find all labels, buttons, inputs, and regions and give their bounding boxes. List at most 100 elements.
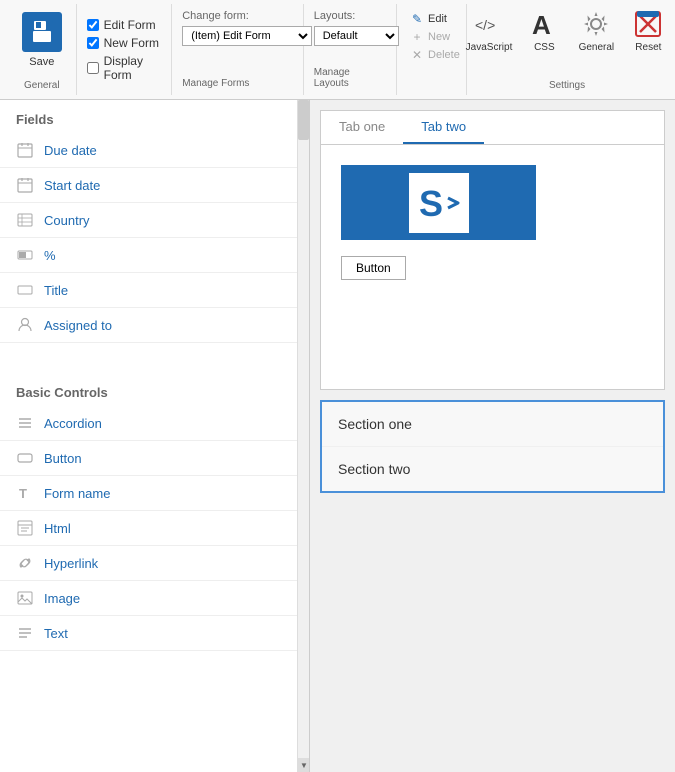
edit-form-checkbox-row[interactable]: Edit Form xyxy=(87,18,162,32)
scroll-down-arrow[interactable]: ▼ xyxy=(298,758,310,772)
field-start-date[interactable]: Start date xyxy=(0,168,309,203)
text-icon-title xyxy=(16,281,34,299)
bar-icon-percent xyxy=(16,246,34,264)
scrollbar-thumb[interactable] xyxy=(298,100,309,140)
form-button-label: Button xyxy=(356,261,391,275)
sharepoint-logo: S xyxy=(341,165,536,240)
control-accordion-label: Accordion xyxy=(44,416,102,431)
form-content: S Button xyxy=(321,145,664,300)
right-panel: Tab one Tab two S Button xyxy=(310,100,675,772)
new-layout-button[interactable]: + New xyxy=(407,28,452,46)
button-icon xyxy=(16,449,34,467)
tab-one[interactable]: Tab one xyxy=(321,111,403,144)
sections-area: Section one Section two xyxy=(320,400,665,493)
control-text[interactable]: Text xyxy=(0,616,309,651)
field-country[interactable]: Country xyxy=(0,203,309,238)
field-percent-label: % xyxy=(44,248,56,263)
calendar-icon-due xyxy=(16,141,34,159)
control-html[interactable]: Html xyxy=(0,511,309,546)
new-form-label: New Form xyxy=(104,36,159,50)
save-button[interactable]: Save xyxy=(14,8,70,72)
control-button[interactable]: Button xyxy=(0,441,309,476)
delete-layout-button[interactable]: ✕ Delete xyxy=(407,46,462,64)
form-name-icon: T xyxy=(16,484,34,502)
delete-btn-label: Delete xyxy=(428,49,460,61)
gear-icon xyxy=(580,8,612,40)
css-icon: A xyxy=(528,8,560,40)
form-button[interactable]: Button xyxy=(341,256,406,280)
svg-text:A: A xyxy=(532,10,551,40)
field-start-date-label: Start date xyxy=(44,178,100,193)
tab-two-label: Tab two xyxy=(421,119,466,134)
image-icon xyxy=(16,589,34,607)
control-accordion[interactable]: Accordion xyxy=(0,406,309,441)
delete-icon: ✕ xyxy=(409,47,425,63)
javascript-label: JavaScript xyxy=(466,42,513,53)
save-label: Save xyxy=(29,56,54,68)
general-label: General xyxy=(24,76,60,91)
general-settings-button[interactable]: General xyxy=(576,8,616,53)
control-image-label: Image xyxy=(44,591,80,606)
control-form-name-label: Form name xyxy=(44,486,110,501)
field-due-date-label: Due date xyxy=(44,143,97,158)
control-html-label: Html xyxy=(44,521,71,536)
display-form-checkbox-row[interactable]: Display Form xyxy=(87,54,162,82)
fields-header: Fields xyxy=(0,100,309,133)
control-form-name[interactable]: T Form name xyxy=(0,476,309,511)
hyperlink-icon xyxy=(16,554,34,572)
field-due-date[interactable]: Due date xyxy=(0,133,309,168)
manage-layouts-buttons-group: ✎ Edit + New ✕ Delete xyxy=(397,4,467,95)
settings-group: </> JavaScript A CSS xyxy=(467,4,667,95)
sp-logo-box: S xyxy=(409,173,469,233)
save-icon xyxy=(22,12,62,52)
field-title[interactable]: Title xyxy=(0,273,309,308)
person-icon-assigned xyxy=(16,316,34,334)
form-checkboxes-group: Edit Form New Form Display Form xyxy=(77,4,173,95)
manage-forms-label: Manage Forms xyxy=(182,74,293,89)
general-group: Save General xyxy=(8,4,77,95)
change-form-select[interactable]: (Item) Edit Form xyxy=(182,26,312,46)
edit-form-checkbox[interactable] xyxy=(87,19,99,31)
section-two-label: Section two xyxy=(338,461,410,477)
settings-group-label: Settings xyxy=(549,74,585,91)
svg-text:S: S xyxy=(419,183,443,224)
field-country-label: Country xyxy=(44,213,90,228)
section-one-label: Section one xyxy=(338,416,412,432)
list-icon-country xyxy=(16,211,34,229)
left-panel: Fields Due date Start date Country xyxy=(0,100,310,772)
field-percent[interactable]: % xyxy=(0,238,309,273)
new-form-checkbox[interactable] xyxy=(87,37,99,49)
css-button[interactable]: A CSS xyxy=(524,8,564,53)
section-two-row[interactable]: Section two xyxy=(322,447,663,491)
tab-two[interactable]: Tab two xyxy=(403,111,484,144)
new-btn-label: New xyxy=(428,31,450,43)
control-image[interactable]: Image xyxy=(0,581,309,616)
reset-label: Reset xyxy=(635,42,661,53)
control-hyperlink[interactable]: Hyperlink xyxy=(0,546,309,581)
svg-text:T: T xyxy=(19,486,27,501)
control-hyperlink-label: Hyperlink xyxy=(44,556,98,571)
display-form-checkbox[interactable] xyxy=(87,62,99,74)
layouts-select[interactable]: Default xyxy=(314,26,399,46)
edit-layout-button[interactable]: ✎ Edit xyxy=(407,10,449,28)
scrollbar-track: ▲ ▼ xyxy=(297,100,309,772)
left-panel-scroll[interactable]: Fields Due date Start date Country xyxy=(0,100,309,772)
field-assigned-to-label: Assigned to xyxy=(44,318,112,333)
display-form-label: Display Form xyxy=(104,54,162,82)
edit-btn-label: Edit xyxy=(428,13,447,25)
tab-bar: Tab one Tab two xyxy=(321,111,664,145)
new-form-checkbox-row[interactable]: New Form xyxy=(87,36,162,50)
javascript-button[interactable]: </> JavaScript xyxy=(466,8,513,53)
layouts-group: Layouts: Default Manage Layouts xyxy=(304,4,397,95)
text-lines-icon xyxy=(16,624,34,642)
layouts-title: Layouts: xyxy=(314,10,386,22)
section-one-row[interactable]: Section one xyxy=(322,402,663,447)
reset-button[interactable]: Reset xyxy=(628,8,668,53)
field-title-label: Title xyxy=(44,283,68,298)
javascript-icon: </> xyxy=(473,8,505,40)
html-icon xyxy=(16,519,34,537)
svg-text:</>: </> xyxy=(475,17,495,33)
field-assigned-to[interactable]: Assigned to xyxy=(0,308,309,343)
new-icon: + xyxy=(409,29,425,45)
reset-icon xyxy=(632,8,664,40)
